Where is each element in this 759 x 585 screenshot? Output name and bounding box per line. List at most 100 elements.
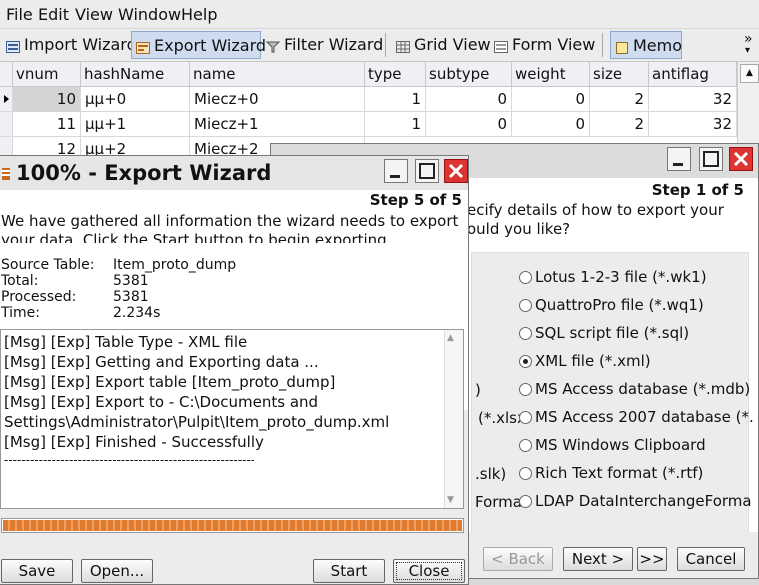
column-header-weight[interactable]: weight xyxy=(512,62,590,87)
radio-label: MS Access database (*.mdb) xyxy=(535,380,751,398)
table-cell[interactable]: µµ+1 xyxy=(81,112,190,137)
grid-view-button[interactable]: Grid View xyxy=(392,31,491,57)
radio-lotus[interactable] xyxy=(519,271,532,284)
radio-ldap[interactable] xyxy=(519,495,532,508)
table-cell[interactable]: Miecz+0 xyxy=(190,87,365,112)
column-header-hashname[interactable]: hashName xyxy=(81,62,190,87)
toolbar: Import Wizard Export Wizard Filter Wizar… xyxy=(0,29,759,62)
window-title: 100% - Export Wizard xyxy=(16,161,272,185)
progress-bar-fill xyxy=(3,520,462,531)
radio-rtf[interactable] xyxy=(519,467,532,480)
form-view-button[interactable]: Form View xyxy=(490,31,595,57)
processed-value: 5381 xyxy=(113,289,149,305)
scroll-up-icon[interactable]: ▲ xyxy=(447,333,454,343)
column-header-antiflag[interactable]: antiflag xyxy=(649,62,737,87)
table-cell[interactable]: Miecz+1 xyxy=(190,112,365,137)
toolbar-separator xyxy=(385,33,386,57)
format-fragment: ) xyxy=(475,381,481,399)
grid-view-label: Grid View xyxy=(414,34,491,54)
table-cell[interactable]: µµ+0 xyxy=(81,87,190,112)
scroll-down-icon[interactable]: ▼ xyxy=(447,495,454,505)
export-wizard-label: Export Wizard xyxy=(154,35,267,55)
column-header-vnum[interactable]: vnum xyxy=(13,62,81,87)
menu-file[interactable]: File xyxy=(6,5,33,24)
filter-icon xyxy=(265,38,281,53)
export-wizard-button[interactable]: Export Wizard xyxy=(131,31,266,59)
log-vertical-scrollbar[interactable]: ▲ ▼ xyxy=(444,330,463,508)
progress-bar xyxy=(1,518,464,533)
close-button[interactable]: Close xyxy=(393,559,465,583)
column-header-name[interactable]: name xyxy=(190,62,365,87)
memo-button[interactable]: Memo xyxy=(610,31,682,59)
close-icon[interactable] xyxy=(444,159,468,183)
back-button[interactable]: < Back xyxy=(483,547,553,571)
maximize-icon[interactable] xyxy=(415,159,439,183)
scroll-up-icon[interactable]: ▲ xyxy=(740,64,759,83)
close-icon[interactable] xyxy=(729,147,753,171)
table-cell[interactable]: 10 xyxy=(13,87,81,112)
table-cell[interactable]: 11 xyxy=(13,112,81,137)
form-icon xyxy=(494,38,508,53)
intro-text-line2: your data. Click the Start button to beg… xyxy=(1,231,392,243)
minimize-icon[interactable] xyxy=(667,147,691,171)
maximize-icon[interactable] xyxy=(699,147,723,171)
table-cell[interactable]: 0 xyxy=(512,87,590,112)
column-header-size[interactable]: size xyxy=(590,62,649,87)
source-table-label: Source Table: xyxy=(1,257,95,273)
radio-quattropro[interactable] xyxy=(519,299,532,312)
summary-source-table: Source Table: Item_proto_dump xyxy=(1,257,461,273)
table-cell[interactable]: 1 xyxy=(365,112,426,137)
menu-view[interactable]: View xyxy=(75,5,113,24)
log-line: [Msg] [Exp] Getting and Exporting data .… xyxy=(4,353,319,371)
intro-text-line1: We have gathered all information the wiz… xyxy=(1,212,459,230)
import-wizard-button[interactable]: Import Wizard xyxy=(2,31,137,57)
table-cell[interactable]: 2 xyxy=(590,112,649,137)
radio-xml[interactable] xyxy=(519,355,532,368)
log-textarea[interactable]: [Msg] [Exp] Table Type - XML file [Msg] … xyxy=(0,329,464,509)
processed-label: Processed: xyxy=(1,289,77,305)
table-cell[interactable]: 32 xyxy=(649,87,737,112)
table-cell[interactable]: 0 xyxy=(512,112,590,137)
intro-text-line1: ecify details of how to export your xyxy=(467,201,724,219)
menu-edit[interactable]: Edit xyxy=(38,5,69,24)
column-header-type[interactable]: type xyxy=(365,62,426,87)
finish-skip-button[interactable]: >> xyxy=(637,547,667,571)
radio-label: MS Access 2007 database (*. xyxy=(535,408,754,426)
grid-icon xyxy=(396,38,410,53)
app-icon xyxy=(2,166,10,186)
import-icon xyxy=(6,38,20,53)
menu-window[interactable]: Window xyxy=(118,5,181,24)
log-line: ----------------------------------------… xyxy=(4,453,254,467)
filter-wizard-button[interactable]: Filter Wizard xyxy=(262,31,383,57)
minimize-icon[interactable] xyxy=(384,159,408,183)
radio-label: Rich Text format (*.rtf) xyxy=(535,464,704,482)
cancel-button[interactable]: Cancel xyxy=(677,547,745,571)
time-label: Time: xyxy=(1,305,40,321)
table-cell[interactable]: 0 xyxy=(426,112,512,137)
radio-ms-access[interactable] xyxy=(519,383,532,396)
radio-clipboard[interactable] xyxy=(519,439,532,452)
filter-wizard-label: Filter Wizard xyxy=(284,34,384,54)
open-button[interactable]: Open... xyxy=(81,559,153,583)
radio-ms-access-2007[interactable] xyxy=(519,411,532,424)
table-cell[interactable]: 32 xyxy=(649,112,737,137)
intro-text-line2: ould you like? xyxy=(467,220,571,238)
radio-sql-script[interactable] xyxy=(519,327,532,340)
save-button[interactable]: Save xyxy=(1,559,73,583)
log-line: Settings\Administrator\Pulpit\Item_proto… xyxy=(4,413,390,431)
start-button[interactable]: Start xyxy=(313,559,385,583)
import-wizard-label: Import Wizard xyxy=(24,34,137,54)
menu-help[interactable]: Help xyxy=(181,5,217,24)
row-indicator[interactable] xyxy=(0,112,13,137)
row-indicator[interactable] xyxy=(0,87,13,112)
column-header-subtype[interactable]: subtype xyxy=(426,62,512,87)
step-indicator: Step 5 of 5 xyxy=(369,191,462,209)
table-cell[interactable]: 1 xyxy=(365,87,426,112)
next-button[interactable]: Next > xyxy=(563,547,633,571)
form-view-label: Form View xyxy=(512,34,596,54)
table-cell[interactable]: 0 xyxy=(426,87,512,112)
chevron-down-icon[interactable]: ▾ xyxy=(745,45,750,56)
log-line: [Msg] [Exp] Export to - C:\Documents and xyxy=(4,393,319,411)
total-label: Total: xyxy=(1,273,39,289)
table-cell[interactable]: 2 xyxy=(590,87,649,112)
